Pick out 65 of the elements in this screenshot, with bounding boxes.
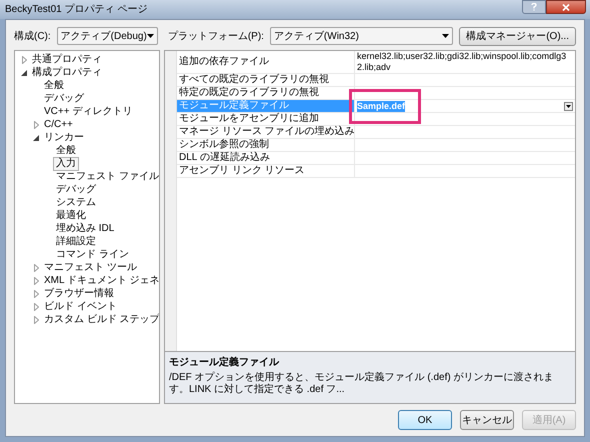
property-row[interactable]: シンボル参照の強制 [177,139,575,152]
property-name: モジュール定義ファイル [179,100,289,112]
tree-item[interactable]: コマンド ライン [53,248,132,262]
tree-item[interactable]: デバッグ [53,182,99,196]
expanded-triangle-icon[interactable] [21,70,27,76]
tree-item[interactable]: システム [53,196,99,210]
property-name: アセンブリ リンク リソース [179,165,305,177]
property-name: 追加の依存ファイル [179,56,269,68]
tree-item[interactable]: 詳細設定 [53,234,99,248]
tree-item[interactable]: 共通プロパティ [29,52,105,66]
property-name: すべての既定のライブラリの無視 [179,74,329,86]
property-row[interactable]: すべての既定のライブラリの無視 [177,74,575,87]
property-row[interactable]: 追加の依存ファイル kernel32.lib;user32.lib;gdi32.lib;winspool.lib;comdlg32.lib;adv [177,51,575,74]
property-name: シンボル参照の強制 [179,139,269,151]
caret-icon [442,34,450,38]
tree-item[interactable]: 構成プロパティ [29,66,105,80]
description-title: モジュール定義ファイル [169,355,280,370]
help-icon [531,3,537,11]
property-name: 特定の既定のライブラリの無視 [179,87,319,99]
property-value: Sample.def [357,100,406,112]
expanded-triangle-icon[interactable] [33,134,39,140]
dialog-button[interactable]: キャンセル [460,410,514,430]
tree-item[interactable]: 埋め込み IDL [53,222,118,236]
tree-item[interactable]: ブラウザー情報 [41,286,117,300]
dialog-button[interactable]: OK [398,410,452,430]
tree-item[interactable]: デバッグ [41,92,87,106]
tree-item[interactable]: VC++ ディレクトリ [41,104,136,118]
tree-item[interactable]: 全般 [53,144,79,158]
tree-item[interactable]: XML ドキュメント ジェネ [41,274,159,288]
close-icon [562,4,570,10]
config-manager-button[interactable]: 構成マネージャー(O)... [459,26,576,46]
config-dropdown[interactable]: アクティブ(Debug) [56,27,158,45]
platform-dropdown[interactable]: アクティブ(Win32) [270,27,454,45]
config-label: 構成(C): [14,30,51,44]
property-row[interactable]: DLL の遅延読み込み [177,152,575,165]
collapsed-triangle-icon[interactable] [34,290,38,298]
property-row[interactable]: マネージ リソース ファイルの埋め込み [177,126,575,139]
property-name: モジュールをアセンブリに追加 [179,113,319,125]
close-button[interactable] [546,0,586,14]
help-button[interactable] [522,0,546,14]
property-value: kernel32.lib;user32.lib;gdi32.lib;winspool.lib;comdlg32.lib;adv [357,51,568,73]
collapsed-triangle-icon[interactable] [34,120,38,128]
tree-item[interactable]: 全般 [41,78,67,92]
property-row[interactable]: アセンブリ リンク リソース [177,165,575,178]
tree-item[interactable]: マニフェスト ファイル [53,170,159,184]
tree-item[interactable]: C/C++ [41,118,76,132]
tree-item[interactable]: 最適化 [53,208,89,222]
tree-item[interactable]: マニフェスト ツール [41,260,140,274]
description-text: /DEF オプションを使用すると、モジュール定義ファイル (.def) がリンカーに渡されます。LINK に対して指定できる .def フ... [169,372,554,396]
collapsed-triangle-icon[interactable] [34,302,38,310]
property-name: DLL の遅延読み込み [179,152,270,164]
collapsed-triangle-icon[interactable] [34,276,38,284]
collapsed-triangle-icon[interactable] [34,316,38,324]
platform-label: プラットフォーム(P): [168,30,264,44]
tree-item[interactable]: ビルド イベント [41,300,120,314]
caret-icon [146,34,154,38]
property-row[interactable]: モジュールをアセンブリに追加 [177,113,575,126]
value-dropdown-button[interactable] [564,102,573,110]
tree-item[interactable]: リンカー [41,130,87,144]
collapsed-triangle-icon[interactable] [34,264,38,272]
collapsed-triangle-icon[interactable] [22,56,26,64]
tree-item[interactable]: 入力 [53,156,79,170]
property-name: マネージ リソース ファイルの埋め込み [179,126,355,138]
caret-icon [566,104,571,108]
window-title: BeckyTest01 プロパティ ページ [5,2,148,17]
